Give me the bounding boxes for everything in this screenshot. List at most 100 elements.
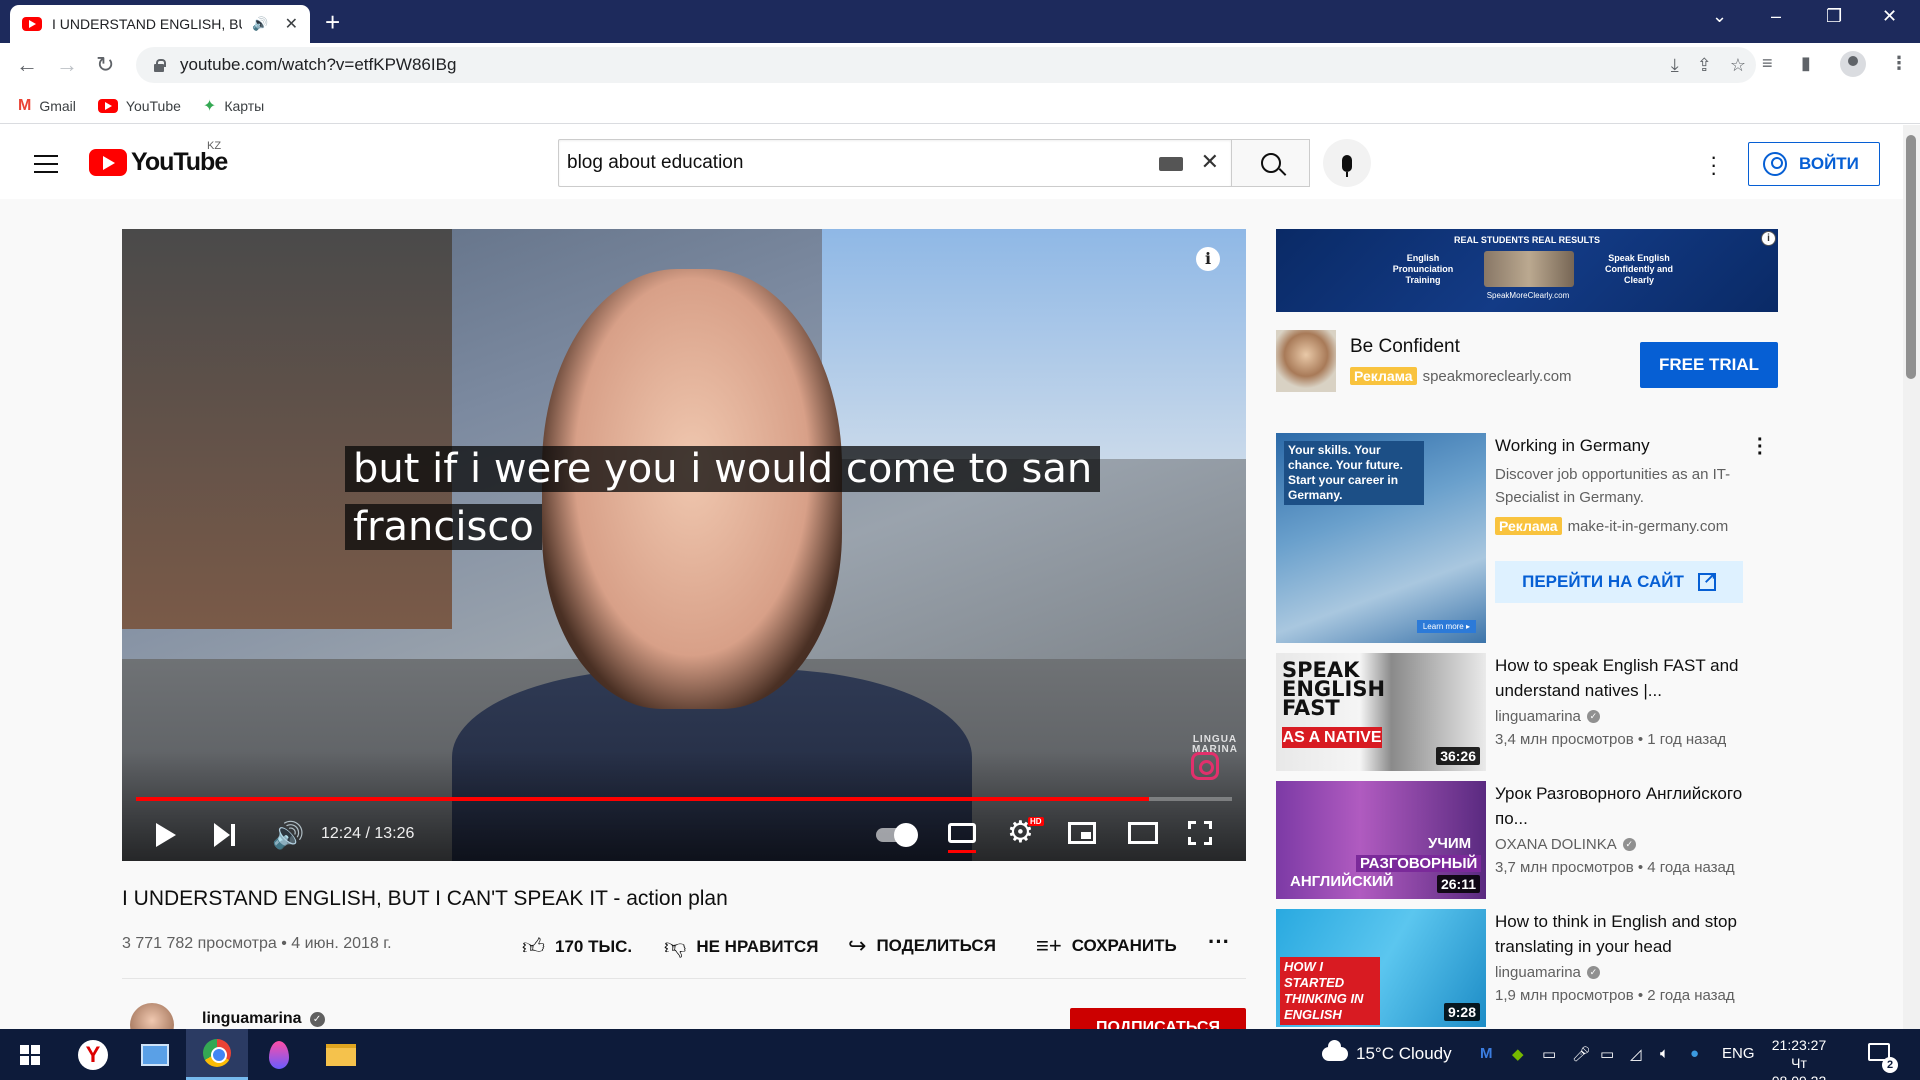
start-button[interactable] (20, 1045, 40, 1065)
nvidia-icon[interactable]: ◆ (1512, 1045, 1524, 1063)
battery-icon[interactable]: ▭ (1600, 1045, 1614, 1063)
list-item[interactable]: HOW I STARTED THINKING IN ENGLISH 9:28 H… (1276, 909, 1778, 1027)
audio-playing-icon[interactable]: 🔊 (252, 16, 268, 32)
video-player[interactable]: but if i were you i would come to san fr… (122, 229, 1246, 861)
profile-avatar-icon[interactable] (1840, 51, 1866, 77)
bookmark-label: Карты (224, 97, 265, 114)
item-menu-icon[interactable]: · · · (1757, 430, 1764, 464)
browser-menu-icon[interactable]: ⋮ (1890, 53, 1908, 74)
ad-thumbnail[interactable] (1276, 330, 1336, 392)
free-trial-button[interactable]: FREE TRIAL (1640, 342, 1778, 388)
taskbar-explorer[interactable] (310, 1029, 372, 1080)
play-icon[interactable] (156, 823, 176, 847)
save-button[interactable]: ≡+ СОХРАНИТЬ (1036, 933, 1177, 959)
location-icon[interactable]: ● (1690, 1045, 1699, 1062)
mic-tray-icon[interactable]: 🎤︎ (1572, 1045, 1591, 1063)
video-info-icon[interactable]: i (1196, 247, 1220, 271)
bookmark-gmail[interactable]: M Gmail (18, 97, 76, 115)
ad-badge: Реклама (1350, 367, 1417, 385)
address-bar[interactable]: youtube.com/watch?v=etfKPW86IBg ⤓ ⇪ ☆ (136, 47, 1756, 83)
scrollbar-thumb[interactable] (1906, 135, 1916, 379)
bookmark-maps[interactable]: ✦ Карты (203, 96, 264, 116)
taskbar-drop-app[interactable] (248, 1029, 310, 1080)
tray-app-icon[interactable]: M (1480, 1045, 1493, 1062)
search-input[interactable]: blog about education ✕ (558, 139, 1232, 187)
next-video-icon[interactable] (214, 823, 236, 847)
channel-name[interactable]: OXANA DOLINKA (1495, 836, 1617, 853)
list-item[interactable]: SPEAK ENGLISH FAST AS A NATIVE 36:26 How… (1276, 653, 1778, 771)
channel-row[interactable]: linguamarina ✓ (1495, 708, 1600, 725)
channel-name[interactable]: linguamarina (1495, 964, 1581, 981)
more-actions-icon[interactable]: ··· (1208, 929, 1230, 955)
search-query-text[interactable]: blog about education (567, 152, 743, 174)
fullscreen-icon[interactable] (1188, 821, 1212, 845)
volume-icon[interactable]: 🔊 (272, 821, 304, 849)
channel-name[interactable]: linguamarina (202, 1010, 302, 1028)
video-thumbnail[interactable]: УЧИМ РАЗГОВОРНЫЙ АНГЛИЙСКИЙ 26:11 (1276, 781, 1486, 899)
tab-search-icon[interactable]: ⌄ (1712, 6, 1727, 27)
channel-row[interactable]: OXANA DOLINKA ✓ (1495, 836, 1636, 853)
like-button[interactable]: 👍︎ 170 ТЫС. (522, 933, 632, 960)
share-page-icon[interactable]: ⇪ (1697, 55, 1712, 76)
channel-name-link[interactable]: linguamarina ✓ (202, 1010, 325, 1028)
bookmark-youtube[interactable]: YouTube (97, 98, 181, 114)
video-title-link[interactable]: How to speak English FAST and understand… (1495, 653, 1765, 703)
window-close-button[interactable]: ✕ (1882, 6, 1897, 27)
video-thumbnail[interactable]: HOW I STARTED THINKING IN ENGLISH 9:28 (1276, 909, 1486, 1027)
ad-title[interactable]: Be Confident (1350, 336, 1460, 358)
ad-banner[interactable]: REAL STUDENTS REAL RESULTS English Pronu… (1276, 229, 1778, 312)
guide-menu-icon[interactable] (34, 155, 58, 179)
youtube-logo[interactable]: YouTube KZ (89, 140, 228, 177)
share-button[interactable]: ↪ ПОДЕЛИТЬСЯ (848, 933, 996, 959)
install-app-icon[interactable]: ⤓ (1671, 55, 1679, 76)
voice-search-button[interactable] (1323, 139, 1371, 187)
settings-menu-icon[interactable]: · · · (1710, 146, 1717, 184)
sponsored-title[interactable]: Working in Germany (1495, 433, 1765, 458)
search-button[interactable] (1232, 139, 1310, 187)
taskbar-monitor[interactable] (124, 1029, 186, 1080)
video-title-link[interactable]: Урок Разговорного Английского по... (1495, 781, 1765, 831)
wifi-icon[interactable]: ◿ (1630, 1045, 1642, 1063)
video-thumbnail[interactable]: SPEAK ENGLISH FAST AS A NATIVE 36:26 (1276, 653, 1486, 771)
sponsored-domain-row: Реклама make-it-in-germany.com (1495, 517, 1728, 535)
lock-icon[interactable] (152, 58, 166, 72)
autoplay-toggle[interactable] (876, 823, 918, 847)
sponsored-item[interactable]: Your skills. Your chance. Your future. S… (1276, 430, 1778, 643)
device-icon[interactable]: ▭ (1542, 1045, 1556, 1063)
restore-button[interactable]: ❐ (1826, 6, 1842, 27)
dislike-button[interactable]: 👎︎ НЕ НРАВИТСЯ (664, 933, 818, 960)
minimize-button[interactable]: – (1771, 6, 1781, 27)
progress-bar[interactable] (136, 797, 1232, 801)
weather-widget[interactable]: 15°C Cloudy (1322, 1040, 1452, 1064)
reading-list-icon[interactable]: ≡ (1762, 53, 1773, 74)
video-title-link[interactable]: How to think in English and stop transla… (1495, 909, 1765, 959)
forward-button[interactable]: → (56, 52, 78, 78)
theater-mode-icon[interactable] (1128, 822, 1158, 844)
visit-site-button[interactable]: ПЕРЕЙТИ НА САЙТ (1495, 561, 1743, 603)
miniplayer-icon[interactable] (1068, 822, 1096, 844)
subtitles-icon[interactable] (948, 823, 976, 843)
new-tab-button[interactable]: + (325, 7, 340, 38)
channel-row[interactable]: linguamarina ✓ (1495, 964, 1600, 981)
channel-name[interactable]: linguamarina (1495, 708, 1581, 725)
sign-in-button[interactable]: ВОЙТИ (1748, 142, 1880, 186)
verified-check-icon: ✓ (1586, 710, 1600, 723)
reload-button[interactable]: ↻ (96, 52, 114, 78)
back-button[interactable]: ← (16, 52, 38, 78)
tab-close-icon[interactable]: ✕ (285, 14, 298, 34)
clear-search-icon[interactable]: ✕ (1201, 149, 1219, 175)
url-text[interactable]: youtube.com/watch?v=etfKPW86IBg (180, 55, 456, 75)
list-item[interactable]: УЧИМ РАЗГОВОРНЫЙ АНГЛИЙСКИЙ 26:11 Урок Р… (1276, 781, 1778, 899)
taskbar-chrome[interactable] (186, 1029, 248, 1080)
ad-card[interactable]: Be Confident Реклама speakmoreclearly.co… (1276, 330, 1778, 392)
taskbar-yandex[interactable]: Y (62, 1029, 124, 1080)
bookmark-star-icon[interactable]: ☆ (1730, 55, 1746, 76)
language-indicator[interactable]: ENG (1722, 1045, 1755, 1062)
keyboard-icon[interactable] (1159, 157, 1183, 171)
taskbar-clock[interactable]: 21:23:27 Чт 08.09.22 (1764, 1036, 1834, 1080)
ad-info-icon[interactable]: i (1761, 231, 1776, 246)
sponsored-thumbnail[interactable]: Your skills. Your chance. Your future. S… (1276, 433, 1486, 643)
volume-tray-icon[interactable]: 🔈︎ (1660, 1045, 1669, 1062)
side-panel-icon[interactable]: ▮ (1801, 53, 1811, 74)
browser-tab-active[interactable]: I UNDERSTAND ENGLISH, BU 🔊 ✕ (10, 5, 310, 43)
